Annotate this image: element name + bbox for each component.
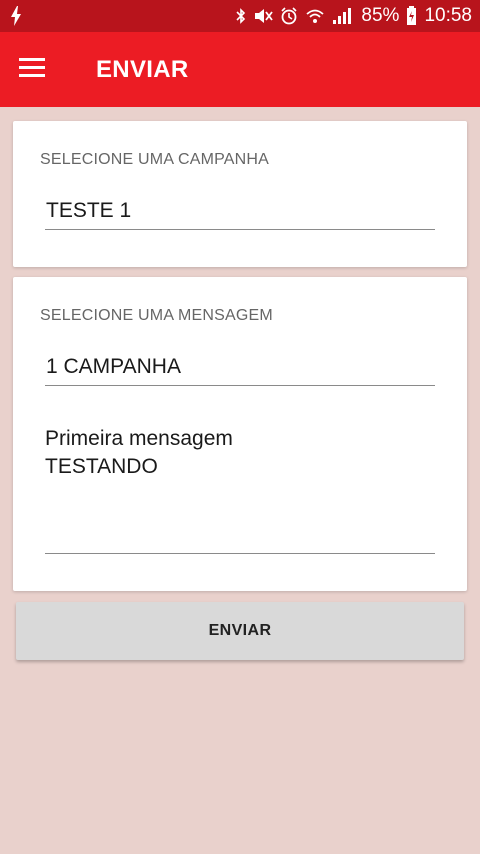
send-button[interactable]: ENVIAR [16, 602, 464, 660]
campaign-card: SELECIONE UMA CAMPANHA TESTE 1 [13, 121, 467, 267]
message-label: SELECIONE UMA MENSAGEM [40, 307, 273, 324]
menu-button[interactable] [0, 32, 64, 107]
menu-icon [19, 57, 45, 82]
mute-icon [253, 7, 274, 25]
message-select-value: 1 CAMPANHA [46, 355, 181, 378]
wifi-icon [305, 7, 325, 25]
campaign-select[interactable]: TESTE 1 [45, 199, 435, 230]
bluetooth-icon [236, 7, 246, 25]
message-card: SELECIONE UMA MENSAGEM 1 CAMPANHA Primei… [13, 277, 467, 591]
battery-percent: 85% [361, 5, 400, 26]
page-title: ENVIAR [96, 55, 189, 83]
message-text-field[interactable]: Primeira mensagem TESTANDO [45, 423, 435, 554]
signal-icon [332, 7, 352, 25]
flash-icon [10, 6, 22, 26]
app-bar: ENVIAR [0, 32, 480, 107]
status-bar: 85% 10:58 [0, 0, 480, 32]
message-select[interactable]: 1 CAMPANHA [45, 355, 435, 386]
battery-icon [406, 6, 417, 26]
status-time: 10:58 [424, 5, 472, 26]
alarm-icon [280, 7, 298, 25]
campaign-label: SELECIONE UMA CAMPANHA [40, 151, 270, 168]
campaign-select-value: TESTE 1 [46, 199, 132, 222]
